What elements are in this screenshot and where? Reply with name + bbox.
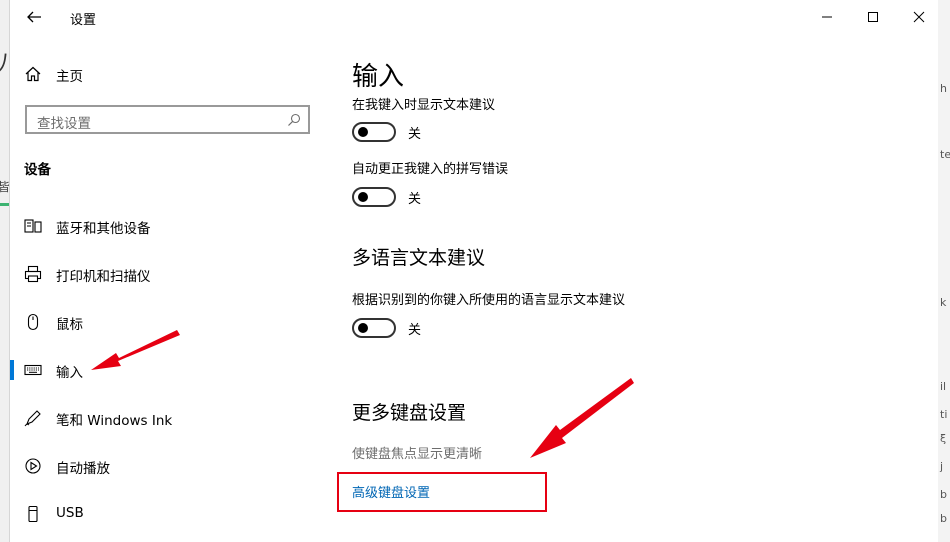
sidebar-item-usb[interactable]: USB [10, 494, 310, 534]
back-arrow-icon [27, 11, 41, 23]
pen-icon [24, 410, 41, 427]
search-icon [288, 113, 301, 126]
back-button[interactable] [22, 5, 46, 29]
sidebar-item-printers[interactable]: 打印机和扫描仪 [10, 254, 310, 294]
sidebar-section-title: 设备 [24, 162, 51, 178]
page-title: 输入 [352, 62, 405, 92]
sidebar-item-home[interactable]: 主页 [10, 54, 310, 94]
sidebar-item-typing[interactable]: 输入 [10, 350, 310, 390]
usb-icon [28, 505, 38, 523]
home-icon [25, 66, 41, 82]
autoplay-icon [25, 458, 41, 474]
sidebar-item-mouse[interactable]: 鼠标 [10, 302, 310, 342]
maximize-icon [868, 12, 878, 22]
keyboard-icon [24, 364, 42, 376]
sidebar-item-label: 自动播放 [56, 461, 110, 477]
sidebar-item-label: 笔和 Windows Ink [56, 413, 173, 429]
active-indicator [10, 360, 14, 380]
sidebar-item-label: 主页 [56, 69, 83, 85]
maximize-button[interactable] [850, 0, 896, 34]
minimize-icon [822, 16, 832, 18]
show-text-suggestions-label: 在我键入时显示文本建议 [352, 98, 496, 113]
background-window-edge-left: 八 皆 [0, 0, 10, 542]
toggle-knob [358, 127, 368, 137]
toggle-state-label: 关 [408, 192, 422, 207]
toggle-knob [358, 323, 368, 333]
sidebar-item-label: 输入 [56, 365, 83, 381]
sidebar-item-label: 鼠标 [56, 317, 83, 333]
toggle-state-label: 关 [408, 323, 422, 338]
close-button[interactable] [896, 0, 942, 34]
show-text-suggestions-toggle[interactable] [352, 122, 396, 142]
toggle-knob [358, 192, 368, 202]
bluetooth-devices-icon [24, 219, 42, 233]
sidebar-item-label: 打印机和扫描仪 [56, 269, 151, 285]
minimize-button[interactable] [804, 0, 850, 34]
sidebar-item-bluetooth[interactable]: 蓝牙和其他设备 [10, 206, 310, 246]
sidebar-item-label: 蓝牙和其他设备 [56, 221, 151, 237]
annotation-highlight-box [337, 472, 547, 512]
multilingual-suggestions-label: 根据识别到的你键入所使用的语言显示文本建议 [352, 293, 626, 308]
search-settings-input[interactable]: 查找设置 [25, 105, 310, 134]
multilingual-suggestions-toggle[interactable] [352, 318, 396, 338]
settings-window: 设置 主页 查找设置 设备 蓝牙和其他设备 打印机和扫描仪 鼠标 输入 笔和 W… [10, 0, 938, 542]
sidebar-item-label: USB [56, 505, 84, 521]
focus-visibility-description: 使键盘焦点显示更清晰 [352, 447, 483, 462]
mouse-icon [27, 313, 39, 331]
search-placeholder: 查找设置 [37, 116, 91, 132]
background-window-edge-right: h te k il ti ξ j b b [937, 0, 950, 542]
autocorrect-label: 自动更正我键入的拼写错误 [352, 162, 509, 177]
toggle-state-label: 关 [408, 127, 422, 142]
more-keyboard-settings-title: 更多键盘设置 [352, 402, 467, 424]
printer-icon [24, 265, 42, 283]
sidebar-item-pen[interactable]: 笔和 Windows Ink [10, 398, 310, 438]
close-icon [913, 11, 925, 23]
multilingual-section-title: 多语言文本建议 [352, 247, 486, 269]
sidebar-item-autoplay[interactable]: 自动播放 [10, 446, 310, 486]
autocorrect-toggle[interactable] [352, 187, 396, 207]
title-bar: 设置 [10, 0, 938, 34]
window-title: 设置 [70, 13, 97, 28]
